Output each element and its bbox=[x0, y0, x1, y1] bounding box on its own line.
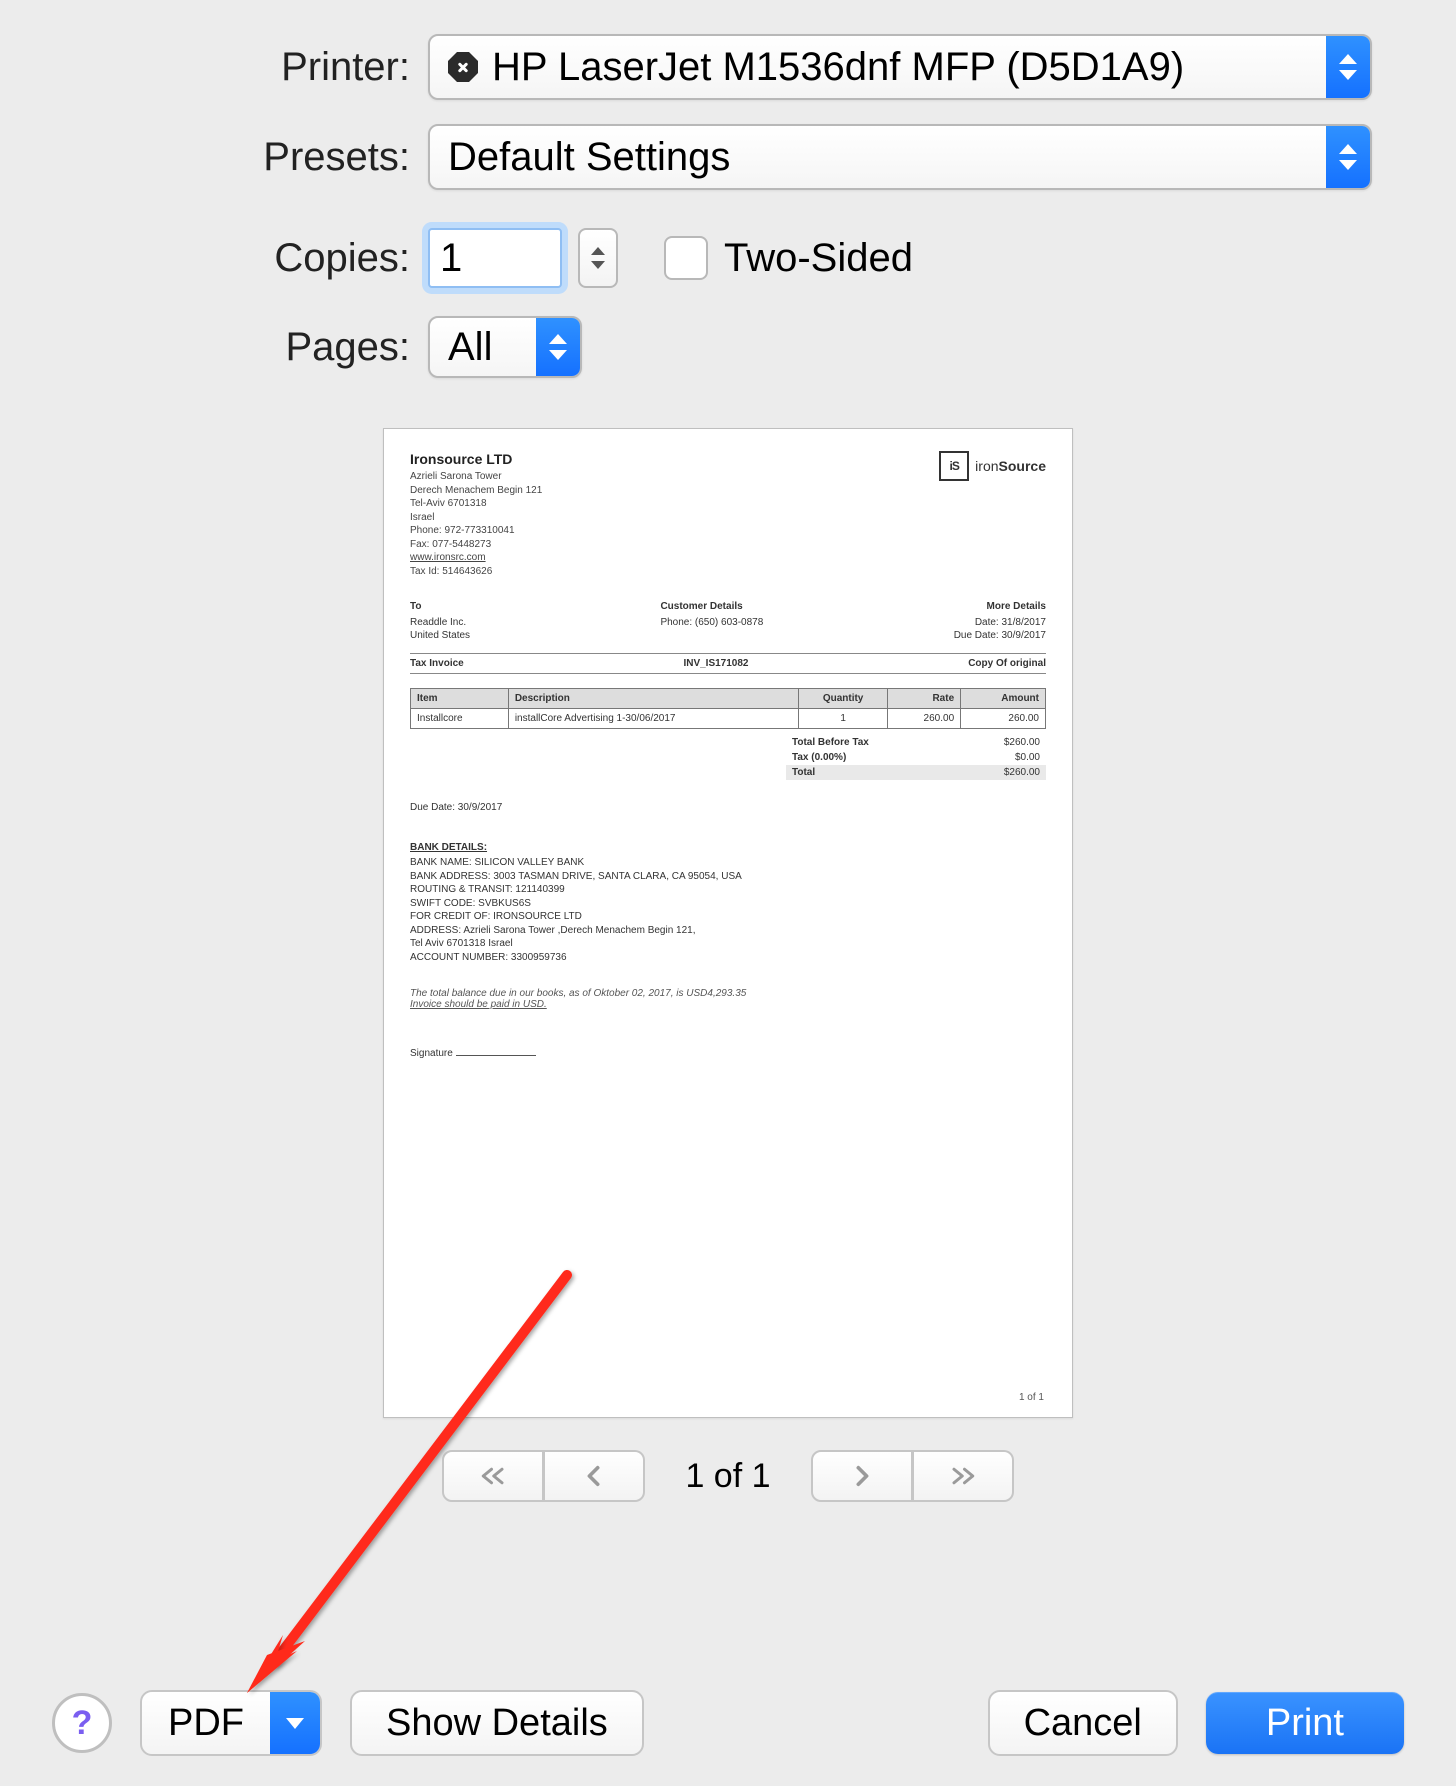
chevron-right-icon bbox=[847, 1465, 877, 1487]
updown-icon bbox=[1326, 126, 1370, 188]
chevron-double-left-icon bbox=[478, 1465, 508, 1487]
doc-to: To Readdle Inc. United States bbox=[410, 600, 470, 643]
pages-select[interactable]: All bbox=[428, 316, 582, 378]
pdf-label: PDF bbox=[142, 1692, 270, 1754]
doc-signature: Signature bbox=[410, 1048, 1046, 1059]
last-page-button[interactable] bbox=[913, 1450, 1014, 1502]
chevron-double-right-icon bbox=[948, 1465, 978, 1487]
preview-pager: 1 of 1 bbox=[383, 1450, 1073, 1502]
next-page-button[interactable] bbox=[811, 1450, 913, 1502]
presets-value: Default Settings bbox=[448, 135, 730, 180]
doc-more-details: More Details Date: 31/8/2017 Due Date: 3… bbox=[954, 600, 1046, 643]
print-preview: Ironsource LTD Azrieli Sarona Tower Dere… bbox=[383, 428, 1073, 1502]
preview-page: Ironsource LTD Azrieli Sarona Tower Dere… bbox=[383, 428, 1073, 1418]
prev-page-button[interactable] bbox=[544, 1450, 645, 1502]
cancel-button[interactable]: Cancel bbox=[988, 1690, 1178, 1756]
chevron-down-icon bbox=[270, 1692, 320, 1754]
updown-icon bbox=[536, 318, 580, 376]
presets-label: Presets: bbox=[30, 135, 428, 180]
doc-invoice-row: Tax Invoice INV_IS171082 Copy Of origina… bbox=[410, 653, 1046, 674]
chevron-left-icon bbox=[579, 1465, 609, 1487]
two-sided-checkbox[interactable] bbox=[664, 236, 708, 280]
pages-label: Pages: bbox=[30, 325, 428, 370]
copies-stepper[interactable] bbox=[578, 228, 618, 288]
printer-select[interactable]: HP LaserJet M1536dnf MFP (D5D1A9) bbox=[428, 34, 1372, 100]
first-page-button[interactable] bbox=[442, 1450, 544, 1502]
doc-bank-details: BANK DETAILS: BANK NAME: SILICON VALLEY … bbox=[410, 841, 1046, 965]
printer-name: HP LaserJet M1536dnf MFP (D5D1A9) bbox=[492, 45, 1184, 90]
doc-due-date: Due Date: 30/9/2017 bbox=[410, 802, 1046, 813]
dialog-footer: ? PDF Show Details Cancel Print bbox=[0, 1690, 1456, 1756]
help-icon: ? bbox=[72, 1704, 93, 1743]
pdf-menu-button[interactable]: PDF bbox=[140, 1690, 322, 1756]
presets-select[interactable]: Default Settings bbox=[428, 124, 1372, 190]
copies-input[interactable] bbox=[428, 228, 562, 288]
pages-value: All bbox=[448, 325, 492, 370]
doc-company: Ironsource LTD bbox=[410, 451, 542, 467]
show-details-button[interactable]: Show Details bbox=[350, 1690, 644, 1756]
doc-customer-details: Customer Details Phone: (650) 603-0878 bbox=[660, 600, 763, 643]
doc-line-items: Item Description Quantity Rate Amount In… bbox=[410, 688, 1046, 729]
updown-icon bbox=[1326, 36, 1370, 98]
print-button[interactable]: Print bbox=[1206, 1692, 1404, 1754]
printer-label: Printer: bbox=[30, 45, 428, 90]
two-sided-label: Two-Sided bbox=[724, 236, 913, 281]
print-dialog: Printer: HP LaserJet M1536dnf MFP (D5D1A… bbox=[0, 0, 1456, 1786]
printer-status-offline-icon bbox=[448, 52, 478, 82]
ironsource-logo: iS ironSource bbox=[939, 451, 1046, 481]
doc-totals: Total Before Tax$260.00 Tax (0.00%)$0.00… bbox=[786, 735, 1046, 780]
copies-label: Copies: bbox=[30, 236, 428, 281]
doc-address: Azrieli Sarona Tower Derech Menachem Beg… bbox=[410, 470, 542, 578]
doc-page-footer: 1 of 1 bbox=[1019, 1392, 1044, 1403]
doc-balance-note: The total balance due in our books, as o… bbox=[410, 988, 1046, 1010]
pager-label: 1 of 1 bbox=[685, 1457, 770, 1496]
help-button[interactable]: ? bbox=[52, 1693, 112, 1753]
